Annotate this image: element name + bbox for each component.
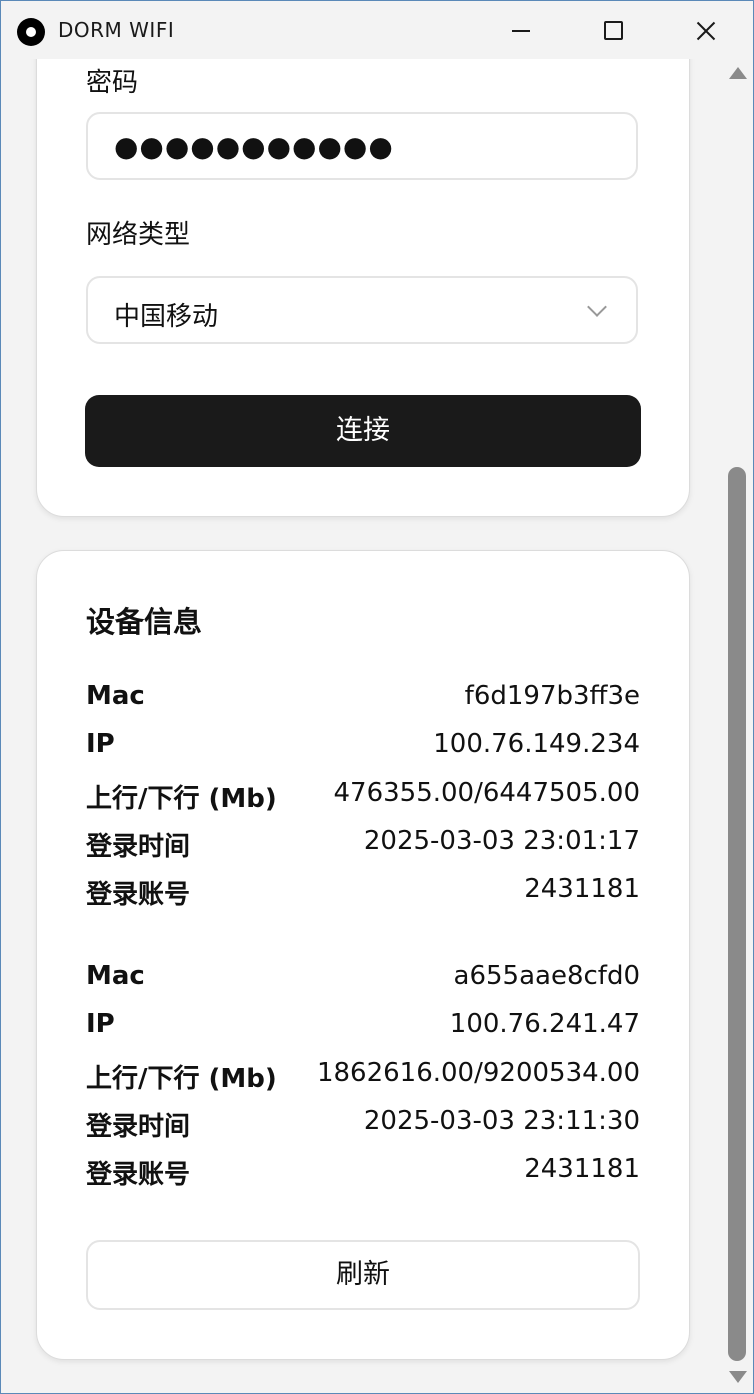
device-2-account-row: 登录账号 2431181 [86, 1154, 640, 1194]
account-value: 2431181 [524, 874, 640, 904]
account-label: 登录账号 [86, 880, 191, 910]
close-button[interactable] [659, 1, 751, 59]
network-type-label: 网络类型 [86, 220, 191, 250]
title-bar[interactable]: DORM WIFI [1, 1, 753, 59]
ip-label: IP [86, 1009, 115, 1039]
traffic-label: 上行/下行 (Mb) [86, 1064, 277, 1094]
traffic-label: 上行/下行 (Mb) [86, 784, 277, 814]
login-time-label: 登录时间 [86, 832, 191, 862]
device-1-login-time-row: 登录时间 2025-03-03 23:01:17 [86, 826, 640, 866]
scrollbar-thumb[interactable] [728, 467, 746, 1361]
app-window: DORM WIFI 密码 ●●●●●●●●●●● 网络类型 中国移动 连接 设备… [0, 0, 754, 1394]
account-label: 登录账号 [86, 1160, 191, 1190]
ip-label: IP [86, 729, 115, 759]
network-type-select[interactable]: 中国移动 [86, 276, 638, 344]
device-1-ip-row: IP 100.76.149.234 [86, 729, 640, 769]
device-1-traffic-row: 上行/下行 (Mb) 476355.00/6447505.00 [86, 778, 640, 818]
mac-value: f6d197b3ff3e [464, 681, 640, 711]
ip-value: 100.76.241.47 [449, 1009, 640, 1039]
traffic-value: 1862616.00/9200534.00 [316, 1058, 640, 1088]
mac-value: a655aae8cfd0 [453, 961, 640, 991]
device-1-mac-row: Mac f6d197b3ff3e [86, 681, 640, 721]
password-value: ●●●●●●●●●●● [114, 130, 394, 163]
device-2-traffic-row: 上行/下行 (Mb) 1862616.00/9200534.00 [86, 1058, 640, 1098]
scroll-up-arrow-icon[interactable] [729, 67, 747, 79]
login-card: 密码 ●●●●●●●●●●● 网络类型 中国移动 连接 [36, 59, 690, 517]
device-2-mac-row: Mac a655aae8cfd0 [86, 961, 640, 1001]
network-type-value: 中国移动 [114, 302, 219, 332]
password-input[interactable]: ●●●●●●●●●●● [86, 112, 638, 180]
device-2-ip-row: IP 100.76.241.47 [86, 1009, 640, 1049]
ip-value: 100.76.149.234 [433, 729, 640, 759]
traffic-value: 476355.00/6447505.00 [333, 778, 640, 808]
minimize-button[interactable] [475, 1, 567, 59]
device-info-title: 设备信息 [86, 605, 203, 639]
app-logo-icon [17, 18, 45, 46]
scroll-down-arrow-icon[interactable] [729, 1371, 747, 1383]
maximize-button[interactable] [567, 1, 659, 59]
login-time-value: 2025-03-03 23:01:17 [363, 826, 640, 856]
login-time-label: 登录时间 [86, 1112, 191, 1142]
mac-label: Mac [86, 961, 145, 991]
vertical-scrollbar[interactable] [723, 59, 753, 1393]
connect-button[interactable]: 连接 [85, 395, 641, 467]
main-content: 密码 ●●●●●●●●●●● 网络类型 中国移动 连接 设备信息 Mac f6d… [1, 59, 723, 1393]
device-2-login-time-row: 登录时间 2025-03-03 23:11:30 [86, 1106, 640, 1146]
login-time-value: 2025-03-03 23:11:30 [363, 1106, 640, 1136]
window-title: DORM WIFI [58, 18, 175, 42]
mac-label: Mac [86, 681, 145, 711]
device-1-account-row: 登录账号 2431181 [86, 874, 640, 914]
password-label: 密码 [86, 68, 139, 98]
device-info-card: 设备信息 Mac f6d197b3ff3e IP 100.76.149.234 … [36, 550, 690, 1360]
chevron-down-icon [587, 297, 607, 317]
refresh-button[interactable]: 刷新 [86, 1240, 640, 1310]
account-value: 2431181 [524, 1154, 640, 1184]
